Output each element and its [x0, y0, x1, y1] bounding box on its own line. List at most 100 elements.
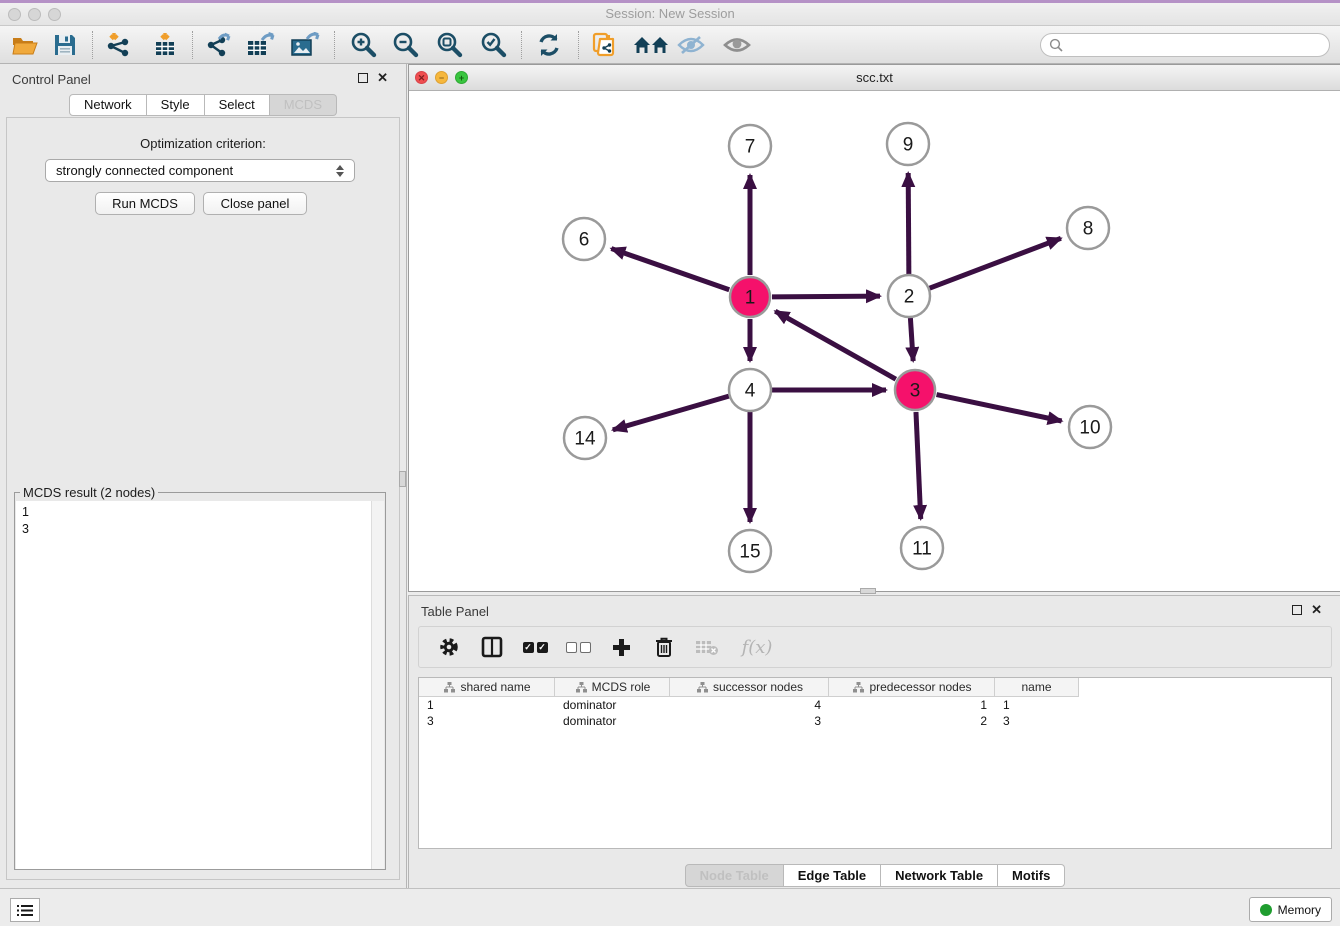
search-input[interactable]	[1063, 35, 1329, 55]
graph-node-2[interactable]: 2	[888, 275, 930, 317]
close-panel-icon[interactable]: ✕	[377, 71, 388, 84]
tab-network[interactable]: Network	[69, 94, 147, 116]
graph-edge-2-3[interactable]	[910, 318, 913, 361]
graph-edge-3-1[interactable]	[775, 311, 896, 379]
refresh-layout-button[interactable]	[534, 30, 564, 60]
show-all-button[interactable]	[722, 30, 752, 60]
control-panel-header: Control Panel ✕	[0, 64, 406, 94]
network-window-titlebar[interactable]: ✕ − + scc.txt	[409, 65, 1340, 91]
node-table-header: shared nameMCDS role successor nodes prede…	[419, 678, 1331, 697]
zoom-out-button[interactable]	[390, 30, 420, 60]
hide-selected-button[interactable]	[676, 30, 706, 60]
tab-node-table[interactable]: Node Table	[685, 864, 784, 887]
column-header-shared-name[interactable]: shared name	[419, 678, 555, 697]
create-column-button[interactable]	[608, 634, 634, 660]
column-header-label: successor nodes	[713, 680, 803, 694]
graph-node-15[interactable]: 15	[729, 530, 771, 572]
unselect-all-columns-button[interactable]	[565, 634, 591, 660]
mcds-result-box: MCDS result (2 nodes) 13	[14, 492, 386, 870]
graph-edge-2-9[interactable]	[908, 173, 909, 274]
open-session-button[interactable]	[10, 30, 40, 60]
table-cell[interactable]: 3	[995, 713, 1079, 729]
column-header-MCDS-role[interactable]: MCDS role	[555, 678, 670, 697]
first-neighbors-button[interactable]	[632, 30, 670, 60]
tab-network-table[interactable]: Network Table	[881, 864, 998, 887]
close-panel-button[interactable]: Close panel	[203, 192, 307, 215]
zoom-fit-button[interactable]	[434, 30, 464, 60]
mcds-result-item: 1	[22, 504, 372, 521]
select-all-columns-button[interactable]: ✓ ✓	[522, 634, 548, 660]
graph-edge-3-10[interactable]	[937, 395, 1062, 421]
import-network-button[interactable]	[104, 30, 134, 60]
horizontal-splitter-grip[interactable]	[860, 588, 876, 594]
search-field[interactable]	[1040, 33, 1330, 57]
zoom-in-button[interactable]	[348, 30, 378, 60]
clone-network-button[interactable]	[590, 30, 620, 60]
close-panel-icon[interactable]: ✕	[1311, 603, 1322, 616]
graph-edges[interactable]	[611, 173, 1061, 522]
export-image-button[interactable]	[290, 30, 320, 60]
table-cell[interactable]: 3	[670, 713, 829, 729]
table-cell[interactable]: dominator	[555, 713, 670, 729]
tab-style[interactable]: Style	[147, 94, 205, 116]
graph-node-1[interactable]: 1	[730, 277, 770, 317]
save-session-button[interactable]	[50, 30, 80, 60]
column-header-predecessor-nodes[interactable]: predecessor nodes	[829, 678, 995, 697]
graph-edge-3-11[interactable]	[916, 412, 921, 519]
network-canvas[interactable]: 1 2 3 4 6 7 8 9 10 11 14 15	[409, 91, 1339, 592]
table-cell[interactable]: 1	[419, 697, 555, 713]
toolbar-separator	[92, 31, 93, 59]
show-column-panel-button[interactable]	[479, 634, 505, 660]
graph-edge-4-14[interactable]	[613, 396, 729, 430]
graph-node-10[interactable]: 10	[1069, 406, 1111, 448]
graph-node-14[interactable]: 14	[564, 417, 606, 459]
delete-table-button[interactable]	[694, 634, 720, 660]
tab-select[interactable]: Select	[205, 94, 270, 116]
vertical-splitter-grip[interactable]	[399, 471, 406, 487]
float-panel-icon[interactable]	[1292, 605, 1302, 615]
graph-node-8[interactable]: 8	[1067, 207, 1109, 249]
run-mcds-button[interactable]: Run MCDS	[95, 192, 195, 215]
memory-button[interactable]: Memory	[1249, 897, 1332, 922]
table-cell[interactable]: 1	[995, 697, 1079, 713]
table-row[interactable]: 3dominator323	[419, 713, 1331, 729]
table-settings-button[interactable]	[436, 634, 462, 660]
toolbar-separator	[334, 31, 335, 59]
node-table[interactable]: shared nameMCDS role successor nodes prede…	[418, 677, 1332, 849]
graph-node-9[interactable]: 9	[887, 123, 929, 165]
window-accent-strip	[0, 0, 1340, 3]
mcds-result-scrollbar[interactable]	[371, 501, 384, 869]
graph-node-3[interactable]: 3	[895, 370, 935, 410]
column-header-successor-nodes[interactable]: successor nodes	[670, 678, 829, 697]
import-table-button[interactable]	[150, 30, 180, 60]
export-network-button[interactable]	[204, 30, 234, 60]
graph-node-4[interactable]: 4	[729, 369, 771, 411]
delete-column-button[interactable]	[651, 634, 677, 660]
tab-mcds[interactable]: MCDS	[270, 94, 337, 116]
graph-node-11[interactable]: 11	[901, 527, 943, 569]
mcds-result-list[interactable]: 13	[16, 501, 372, 869]
function-builder-button[interactable]: f(x)	[737, 634, 777, 660]
float-panel-icon[interactable]	[358, 73, 368, 83]
table-cell[interactable]: 4	[670, 697, 829, 713]
graph-node-6[interactable]: 6	[563, 218, 605, 260]
show-panels-button[interactable]	[10, 898, 40, 922]
column-header-name[interactable]: name	[995, 678, 1079, 697]
node-label: 3	[910, 381, 921, 402]
graph-edge-1-2[interactable]	[772, 296, 880, 297]
graph-edge-2-8[interactable]	[930, 238, 1061, 288]
zoom-selected-button[interactable]	[478, 30, 508, 60]
table-cell[interactable]: 2	[829, 713, 995, 729]
node-table-body: 1dominator4113dominator323	[419, 697, 1331, 729]
graph-node-7[interactable]: 7	[729, 125, 771, 167]
table-cell[interactable]: dominator	[555, 697, 670, 713]
tab-motifs[interactable]: Motifs	[998, 864, 1065, 887]
table-cell[interactable]: 1	[829, 697, 995, 713]
table-cell[interactable]: 3	[419, 713, 555, 729]
table-row[interactable]: 1dominator411	[419, 697, 1331, 713]
toolbar-separator	[578, 31, 579, 59]
tab-edge-table[interactable]: Edge Table	[784, 864, 881, 887]
criterion-select[interactable]: strongly connected component	[45, 159, 355, 182]
graph-edge-1-6[interactable]	[611, 249, 729, 290]
export-table-button[interactable]	[246, 30, 276, 60]
